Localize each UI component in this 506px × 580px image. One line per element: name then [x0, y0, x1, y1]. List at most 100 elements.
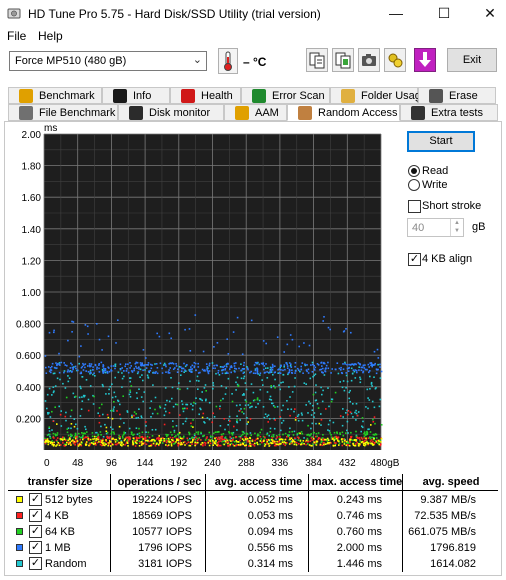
- series-visible-checkbox[interactable]: ✓: [29, 493, 42, 506]
- drive-select[interactable]: Force MP510 (480 gB) ⌄: [9, 51, 207, 71]
- data-point: [167, 372, 170, 374]
- short-stroke-checkbox[interactable]: [408, 200, 421, 213]
- close-button[interactable]: ✕: [474, 0, 506, 26]
- data-point: [119, 417, 122, 420]
- menu-file[interactable]: File: [7, 29, 26, 43]
- data-point: [184, 407, 186, 410]
- tab-info[interactable]: Info: [102, 87, 170, 104]
- data-point: [104, 368, 107, 370]
- data-point: [201, 416, 204, 419]
- series-visible-checkbox[interactable]: ✓: [29, 509, 42, 522]
- screenshot-button[interactable]: [358, 48, 380, 72]
- data-point: [320, 413, 322, 415]
- menu-help[interactable]: Help: [38, 29, 63, 43]
- data-point: [94, 438, 96, 440]
- data-point: [250, 370, 252, 373]
- data-point: [179, 388, 181, 391]
- data-point: [380, 424, 383, 426]
- tab-disk-monitor[interactable]: Disk monitor: [118, 104, 224, 121]
- data-point: [186, 387, 189, 390]
- data-point: [267, 367, 269, 369]
- data-point: [88, 444, 90, 447]
- data-point: [220, 440, 222, 442]
- data-point: [233, 362, 236, 365]
- results-header: operations / sec: [117, 476, 202, 488]
- data-point: [313, 431, 315, 434]
- x-tick-label: 288: [238, 458, 255, 469]
- tab-benchmark[interactable]: Benchmark: [8, 87, 102, 104]
- read-radio[interactable]: [408, 165, 420, 177]
- data-point: [229, 436, 232, 438]
- data-point: [367, 397, 369, 399]
- data-point: [276, 336, 279, 338]
- data-point: [146, 435, 149, 438]
- data-point: [359, 363, 362, 366]
- copy-info-button[interactable]: [306, 48, 328, 72]
- data-point: [285, 362, 287, 364]
- tab-erase[interactable]: Erase: [418, 87, 496, 104]
- tab-health[interactable]: Health: [170, 87, 241, 104]
- tab-extra-tests[interactable]: Extra tests: [400, 104, 498, 121]
- data-point: [253, 399, 256, 401]
- data-point: [111, 438, 113, 440]
- data-point: [187, 441, 190, 443]
- data-point: [178, 382, 180, 384]
- data-point: [182, 407, 184, 410]
- data-point: [291, 369, 293, 371]
- tab-aam[interactable]: AAM: [224, 104, 287, 121]
- data-point: [191, 408, 194, 411]
- data-point: [234, 367, 236, 370]
- data-point: [338, 442, 341, 445]
- data-point: [294, 419, 297, 421]
- start-button[interactable]: Start: [407, 131, 475, 152]
- copy-all-button[interactable]: [332, 48, 354, 72]
- spinner-arrows-icon[interactable]: ▲ ▼: [450, 219, 463, 236]
- maximize-button[interactable]: ☐: [428, 0, 460, 26]
- tab-random-access[interactable]: Random Access: [287, 104, 400, 121]
- data-point: [128, 393, 131, 396]
- options-button[interactable]: [384, 48, 406, 72]
- tab-error-scan[interactable]: Error Scan: [241, 87, 330, 104]
- result-max-access: 2.000 ms: [336, 542, 382, 554]
- data-point: [284, 438, 287, 441]
- exit-button[interactable]: Exit: [447, 48, 497, 72]
- data-point: [309, 377, 312, 380]
- temperature-button[interactable]: [218, 48, 238, 74]
- tab-folder-usage[interactable]: Folder Usage: [330, 87, 427, 104]
- data-point: [58, 362, 61, 364]
- data-point: [307, 424, 309, 427]
- data-point: [130, 385, 133, 387]
- data-point: [217, 369, 220, 372]
- data-point: [48, 331, 51, 334]
- minimize-button[interactable]: —: [380, 0, 412, 26]
- data-point: [170, 377, 172, 379]
- series-visible-checkbox[interactable]: ✓: [29, 541, 42, 554]
- series-color-swatch: [16, 528, 23, 535]
- write-radio[interactable]: [408, 179, 420, 191]
- data-point: [276, 436, 279, 438]
- data-point: [270, 367, 273, 369]
- tab-label: Error Scan: [272, 90, 325, 102]
- data-point: [333, 431, 336, 434]
- data-point: [135, 413, 137, 415]
- data-point: [202, 412, 205, 415]
- data-point: [280, 381, 282, 384]
- data-point: [283, 351, 285, 353]
- data-point: [364, 431, 366, 433]
- data-point: [369, 375, 371, 378]
- data-point: [365, 437, 367, 440]
- series-visible-checkbox[interactable]: ✓: [29, 557, 42, 570]
- data-point: [136, 433, 139, 436]
- tab-file-benchmark[interactable]: File Benchmark: [8, 104, 118, 121]
- data-point: [291, 338, 294, 341]
- data-point: [47, 443, 50, 446]
- align-4kb-checkbox[interactable]: ✓: [408, 253, 421, 266]
- data-point: [312, 443, 314, 445]
- short-stroke-input[interactable]: 40 ▲ ▼: [407, 218, 464, 237]
- data-point: [90, 363, 93, 365]
- download-button[interactable]: [414, 48, 436, 72]
- data-point: [145, 425, 147, 427]
- data-point: [185, 417, 188, 420]
- series-visible-checkbox[interactable]: ✓: [29, 525, 42, 538]
- data-point: [359, 440, 361, 442]
